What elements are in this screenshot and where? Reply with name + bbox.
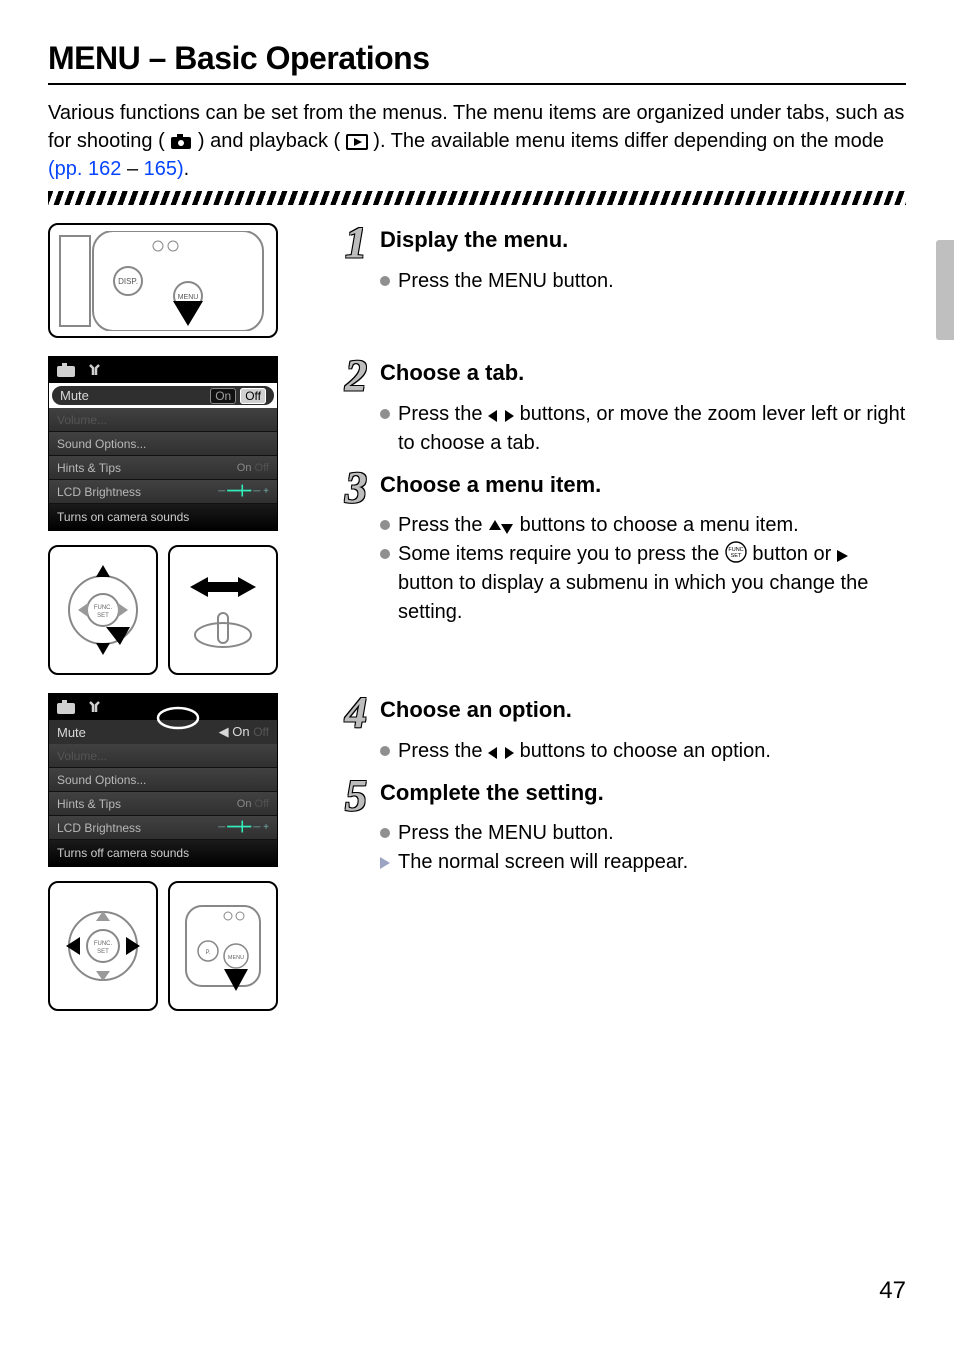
lcd-b-hints: Hints & Tips (57, 797, 121, 811)
step-3-instruction-2: Some items require you to press the FUNC… (398, 540, 906, 627)
lcd-a-footer: Turns on camera sounds (49, 504, 277, 530)
step-1-instruction: Press the MENU button. (398, 267, 614, 296)
step-2-instruction: Press the buttons, or move the zoom leve… (398, 400, 906, 458)
step-3-instruction-1: Press the buttons to choose a menu item. (398, 511, 799, 540)
step-title-2: Choose a tab. (380, 360, 524, 386)
lcd-b-sound: Sound Options... (57, 773, 146, 787)
dpad-left-right-diagram: FUNC. SET (48, 881, 158, 1011)
page-section-tab (936, 240, 954, 340)
option-highlight-circle (155, 706, 201, 730)
step-title-5: Complete the setting. (380, 780, 604, 806)
lcd-a-hints: Hints & Tips (57, 461, 121, 475)
playback-icon (346, 134, 368, 150)
left-right-arrows-icon (488, 746, 514, 760)
lcd-b-mute-off: Off (253, 725, 269, 739)
lcd-b-mute-on: On (232, 724, 249, 739)
camera-icon (170, 134, 192, 150)
lcd-a-mute-label: Mute (60, 388, 89, 403)
camera-tab-icon (57, 363, 75, 377)
camera-back-diagram-1: DISP. MENU (48, 223, 278, 338)
step-number-3: 3 (332, 468, 380, 508)
step-5-instruction-1: Press the MENU button. (398, 819, 614, 848)
camera-tab-icon (57, 700, 75, 714)
svg-text:SET: SET (97, 949, 109, 955)
lcd-b-volume: Volume... (57, 749, 107, 763)
result-arrow-icon (380, 857, 390, 869)
step-5-result: The normal screen will reappear. (398, 848, 688, 877)
wrench-tab-icon (87, 700, 105, 714)
right-arrow-icon (837, 549, 849, 563)
intro-text-3: ). The available menu items differ depen… (373, 130, 884, 152)
lcd-a-volume: Volume... (57, 413, 107, 427)
step-4-instruction: Press the buttons to choose an option. (398, 737, 771, 766)
page-number: 47 (879, 1277, 906, 1305)
lcd-b-lcd: LCD Brightness (57, 821, 141, 835)
svg-text:SET: SET (97, 613, 109, 619)
page-link-162[interactable]: (pp. 162 (48, 158, 121, 180)
svg-text:MENU: MENU (228, 955, 244, 961)
corner-decoration (784, 0, 954, 100)
step-title-1: Display the menu. (380, 227, 568, 253)
bullet-icon (380, 520, 390, 530)
left-right-arrows-icon (488, 409, 514, 423)
camera-back-diagram-2: P. MENU (168, 881, 278, 1011)
lcd-b-footer: Turns off camera sounds (49, 840, 277, 866)
lcd-screenshot-mute-off: Mute OnOff Volume... Sound Options... Hi… (48, 356, 278, 531)
svg-text:FUNC.: FUNC. (94, 941, 113, 947)
dpad-up-down-diagram: FUNC. SET (48, 545, 158, 675)
svg-text:DISP.: DISP. (118, 277, 138, 286)
step-number-5: 5 (332, 776, 380, 816)
bullet-icon (380, 409, 390, 419)
wrench-tab-icon (87, 363, 105, 377)
svg-text:MENU: MENU (178, 294, 199, 301)
page-title: MENU – Basic Operations (48, 40, 906, 85)
bullet-icon (380, 276, 390, 286)
lcd-b-mute-label: Mute (57, 725, 86, 740)
svg-text:P.: P. (206, 950, 211, 956)
page-link-165[interactable]: 165) (144, 158, 184, 180)
intro-paragraph: Various functions can be set from the me… (48, 99, 906, 183)
lcd-a-mute-on: On (210, 388, 236, 404)
zoom-lever-diagram (168, 545, 278, 675)
step-number-2: 2 (332, 356, 380, 396)
step-title-4: Choose an option. (380, 697, 572, 723)
lcd-a-lcd: LCD Brightness (57, 485, 141, 499)
intro-tail: . (184, 158, 190, 180)
lcd-a-sound: Sound Options... (57, 437, 146, 451)
lcd-a-mute-off: Off (240, 388, 266, 404)
step-number-4: 4 (332, 693, 380, 733)
bullet-icon (380, 828, 390, 838)
func-set-icon: FUNCSET (725, 541, 747, 563)
intro-dash: – (121, 158, 143, 180)
lcd-screenshot-mute-on: Mute ◀ On Off Volume... Sound Options...… (48, 693, 278, 867)
menu-button-label: MENU (488, 822, 547, 844)
menu-button-label: MENU (488, 270, 547, 292)
step-title-3: Choose a menu item. (380, 472, 601, 498)
hash-divider (48, 191, 906, 205)
bullet-icon (380, 549, 390, 559)
up-down-arrows-icon (488, 520, 514, 534)
intro-text-2: ) and playback ( (198, 130, 340, 152)
svg-text:FUNC.: FUNC. (94, 605, 113, 611)
bullet-icon (380, 746, 390, 756)
svg-text:SET: SET (730, 553, 741, 559)
step-number-1: 1 (332, 223, 380, 263)
